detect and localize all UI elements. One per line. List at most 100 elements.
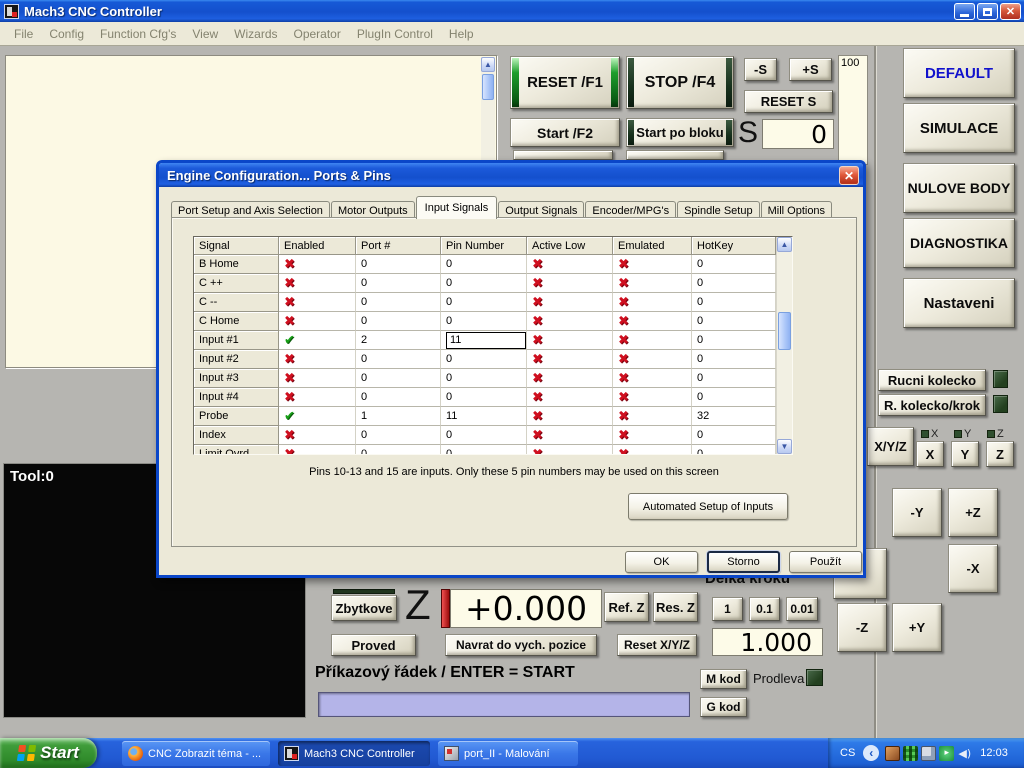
tray-media-icon[interactable]: ▸ xyxy=(939,746,954,761)
tray-daemon-icon[interactable] xyxy=(885,746,900,761)
cell-hotkey[interactable]: 0 xyxy=(692,274,776,293)
xyz-mode-button[interactable]: X/Y/Z xyxy=(867,427,914,466)
spindle-plus-button[interactable]: +S xyxy=(789,58,832,81)
cell-pin[interactable]: 0 xyxy=(441,255,527,274)
cell-pin[interactable]: 0 xyxy=(441,369,527,388)
dialog-close-icon[interactable]: ✕ xyxy=(839,166,859,185)
cell-active-low[interactable]: ✖ xyxy=(527,312,613,331)
cell-emulated[interactable]: ✖ xyxy=(613,274,692,293)
scroll-down-icon[interactable]: ▼ xyxy=(777,439,792,454)
spindle-speed-field[interactable]: 0 xyxy=(762,119,834,149)
cell-hotkey[interactable]: 0 xyxy=(692,331,776,350)
cell-active-low[interactable]: ✖ xyxy=(527,331,613,350)
cell-pin[interactable]: 0 xyxy=(441,445,527,455)
scroll-up-icon[interactable]: ▲ xyxy=(777,237,792,252)
cell-enabled[interactable]: ✖ xyxy=(279,255,356,274)
spindle-minus-button[interactable]: -S xyxy=(744,58,777,81)
cell-port[interactable]: 0 xyxy=(356,388,441,407)
cell-active-low[interactable]: ✖ xyxy=(527,255,613,274)
tray-network-icon[interactable] xyxy=(921,746,936,761)
cell-port[interactable]: 0 xyxy=(356,426,441,445)
cell-pin[interactable]: 0 xyxy=(441,388,527,407)
cell-enabled[interactable]: ✖ xyxy=(279,312,356,331)
jog-minus-x-button[interactable]: -X xyxy=(948,544,998,593)
menu-help[interactable]: Help xyxy=(441,24,482,44)
cell-emulated[interactable]: ✖ xyxy=(613,293,692,312)
cell-enabled[interactable]: ✖ xyxy=(279,274,356,293)
cell-port[interactable]: 0 xyxy=(356,274,441,293)
cell-pin[interactable]: 11 xyxy=(441,331,527,350)
cell-enabled[interactable]: ✔ xyxy=(279,407,356,426)
cell-hotkey[interactable]: 0 xyxy=(692,293,776,312)
cell-active-low[interactable]: ✖ xyxy=(527,369,613,388)
spindle-override-track[interactable]: 100 xyxy=(838,55,868,165)
stop-button[interactable]: STOP /F4 xyxy=(626,56,734,109)
dialog-titlebar[interactable]: Engine Configuration... Ports & Pins xyxy=(159,163,863,187)
jog-minus-y-button[interactable]: -Y xyxy=(892,488,942,537)
zbytkove-button[interactable]: Zbytkove xyxy=(331,595,397,621)
start-button[interactable]: Start /F2 xyxy=(510,118,620,147)
cell-port[interactable]: 0 xyxy=(356,312,441,331)
task-mach3[interactable]: Mach3 CNC Controller xyxy=(278,741,430,766)
g-kod-button[interactable]: G kod xyxy=(700,697,747,717)
menu-function-cfgs[interactable]: Function Cfg's xyxy=(92,24,184,44)
tray-volume-icon[interactable]: ◀) xyxy=(957,746,972,761)
menu-file[interactable]: File xyxy=(6,24,41,44)
automated-setup-button[interactable]: Automated Setup of Inputs xyxy=(628,493,788,520)
cell-pin[interactable]: 0 xyxy=(441,426,527,445)
cell-hotkey[interactable]: 0 xyxy=(692,350,776,369)
cell-enabled[interactable]: ✖ xyxy=(279,426,356,445)
step-value-field[interactable]: 1.000 xyxy=(712,628,823,656)
diagnostika-button[interactable]: DIAGNOSTIKA xyxy=(903,218,1015,268)
menu-plugin-control[interactable]: PlugIn Control xyxy=(349,24,441,44)
table-scrollbar[interactable]: ▲ ▼ xyxy=(776,237,792,454)
cell-active-low[interactable]: ✖ xyxy=(527,426,613,445)
cell-emulated[interactable]: ✖ xyxy=(613,426,692,445)
z-dro-value[interactable]: +0.000 xyxy=(450,589,602,628)
reset-s-button[interactable]: RESET S xyxy=(744,90,833,113)
step-01-button[interactable]: 0.1 xyxy=(749,597,780,621)
ref-z-button[interactable]: Ref. Z xyxy=(604,592,649,622)
cell-hotkey[interactable]: 0 xyxy=(692,255,776,274)
start-po-bloku-button[interactable]: Start po bloku xyxy=(626,118,734,147)
reset-xyz-button[interactable]: Reset X/Y/Z xyxy=(617,634,697,656)
minimize-button[interactable] xyxy=(954,3,975,20)
tab-input-signals[interactable]: Input Signals xyxy=(416,196,498,219)
close-button[interactable]: ✕ xyxy=(1000,3,1021,20)
cell-port[interactable]: 0 xyxy=(356,350,441,369)
pouzit-button[interactable]: Použít xyxy=(789,551,862,573)
navrat-button[interactable]: Navrat do vych. pozice xyxy=(445,634,597,656)
menu-config[interactable]: Config xyxy=(41,24,92,44)
cell-hotkey[interactable]: 0 xyxy=(692,445,776,455)
cell-pin[interactable]: 11 xyxy=(441,407,527,426)
cell-pin[interactable]: 0 xyxy=(441,350,527,369)
scroll-up-icon[interactable]: ▲ xyxy=(481,57,495,72)
m-kod-button[interactable]: M kod xyxy=(700,669,747,689)
ok-button[interactable]: OK xyxy=(625,551,698,573)
simulace-button[interactable]: SIMULACE xyxy=(903,103,1015,153)
tray-chevron-icon[interactable]: ‹ xyxy=(863,745,879,761)
cell-port[interactable]: 0 xyxy=(356,255,441,274)
task-browser[interactable]: CNC Zobrazit téma - ... xyxy=(122,741,270,766)
restore-button[interactable] xyxy=(977,3,998,20)
nulove-body-button[interactable]: NULOVE BODY xyxy=(903,163,1015,213)
menu-view[interactable]: View xyxy=(184,24,226,44)
cell-hotkey[interactable]: 0 xyxy=(692,388,776,407)
cell-emulated[interactable]: ✖ xyxy=(613,312,692,331)
cell-hotkey[interactable]: 0 xyxy=(692,426,776,445)
cell-pin[interactable]: 0 xyxy=(441,312,527,331)
cell-enabled[interactable]: ✖ xyxy=(279,369,356,388)
cell-emulated[interactable]: ✖ xyxy=(613,350,692,369)
proved-button[interactable]: Proved xyxy=(331,634,416,656)
cell-emulated[interactable]: ✖ xyxy=(613,369,692,388)
cell-emulated[interactable]: ✖ xyxy=(613,331,692,350)
cell-port[interactable]: 0 xyxy=(356,369,441,388)
cell-emulated[interactable]: ✖ xyxy=(613,388,692,407)
cell-enabled[interactable]: ✖ xyxy=(279,293,356,312)
menu-operator[interactable]: Operator xyxy=(286,24,349,44)
cell-emulated[interactable]: ✖ xyxy=(613,255,692,274)
jog-plus-y-button[interactable]: +Y xyxy=(892,603,942,652)
language-indicator[interactable]: CS xyxy=(840,747,855,759)
cell-active-low[interactable]: ✖ xyxy=(527,445,613,455)
cell-enabled[interactable]: ✖ xyxy=(279,445,356,455)
